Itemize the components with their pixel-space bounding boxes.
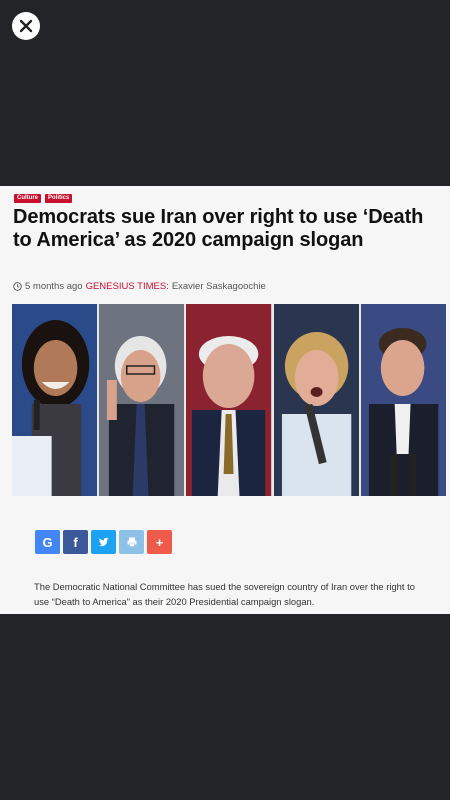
print-icon (127, 537, 136, 547)
facebook-share-button[interactable]: f (63, 530, 88, 554)
tag-culture[interactable]: Culture (14, 194, 41, 203)
category-tags: Culture Politics (14, 194, 73, 203)
publish-time: 5 months ago (25, 281, 83, 292)
facebook-icon: f (73, 534, 78, 550)
close-icon (19, 19, 33, 33)
print-share-button[interactable] (119, 530, 144, 554)
photo-panel-5 (360, 304, 447, 496)
article-card: Culture Politics Democrats sue Iran over… (0, 186, 450, 614)
article-headline: Democrats sue Iran over right to use ‘De… (13, 206, 424, 251)
twitter-share-button[interactable] (91, 530, 116, 554)
source-name[interactable]: GENESIUS TIMES: (86, 281, 169, 292)
google-share-button[interactable]: G (35, 530, 60, 554)
close-button[interactable] (12, 12, 40, 40)
author-name[interactable]: Exavier Saskagoochie (172, 281, 266, 292)
photo-panel-4 (273, 304, 359, 496)
google-icon: G (42, 534, 53, 550)
article-meta: 5 months ago GENESIUS TIMES: Exavier Sas… (13, 281, 266, 292)
article-photo (12, 304, 447, 496)
photo-panel-1 (12, 304, 98, 496)
more-share-button[interactable]: + (147, 530, 172, 554)
twitter-icon (98, 537, 109, 547)
article-body: The Democratic National Committee has su… (34, 581, 415, 607)
plus-icon: + (155, 534, 164, 550)
photo-panel-2 (99, 304, 185, 496)
clock-icon (13, 282, 22, 291)
share-bar: G f + (35, 530, 172, 554)
photo-panel-3 (186, 304, 272, 496)
tag-politics[interactable]: Politics (45, 194, 73, 203)
